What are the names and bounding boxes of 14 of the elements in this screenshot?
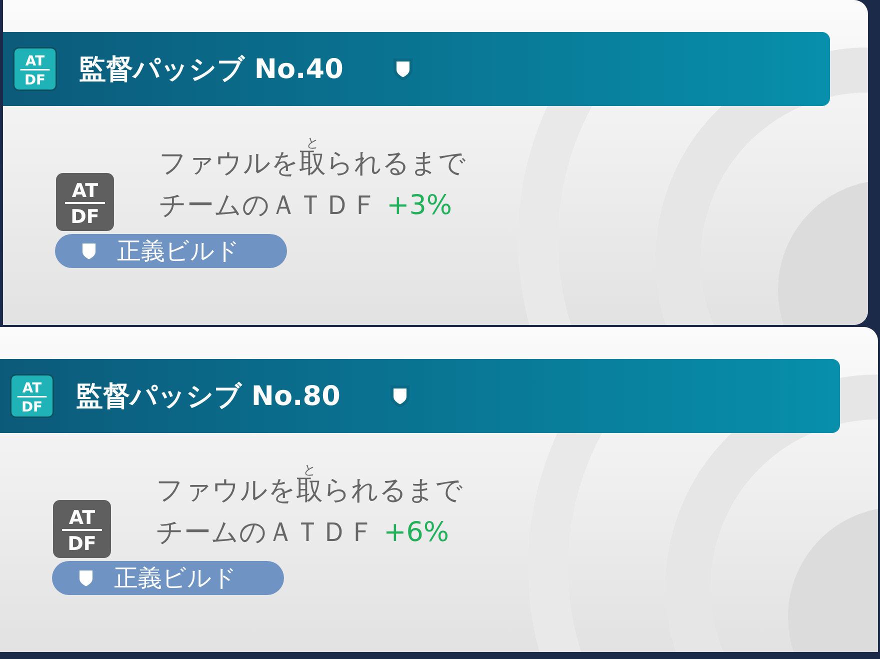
effect-text: ファウルを取 と られるまで (159, 136, 467, 181)
effect-text: ファウルを取 と られるまで (156, 463, 464, 508)
build-tag: 正義ビルド (52, 561, 284, 595)
stat-icon: AT DF (13, 47, 57, 91)
effect-text: チームのＡＴＤＦ +6% (156, 516, 450, 550)
stat-icon: AT DF (10, 374, 54, 418)
shield-icon (390, 385, 410, 407)
build-tag: 正義ビルド (55, 234, 287, 268)
skill-title: 監督パッシブ No.40 (79, 53, 344, 87)
shield-icon (393, 58, 414, 80)
skill-title: 監督パッシブ No.80 (76, 380, 340, 414)
stat-icon: AT DF (52, 499, 112, 559)
effect-text: チームのＡＴＤＦ +3% (159, 189, 454, 223)
stat-icon: AT DF (55, 172, 115, 232)
